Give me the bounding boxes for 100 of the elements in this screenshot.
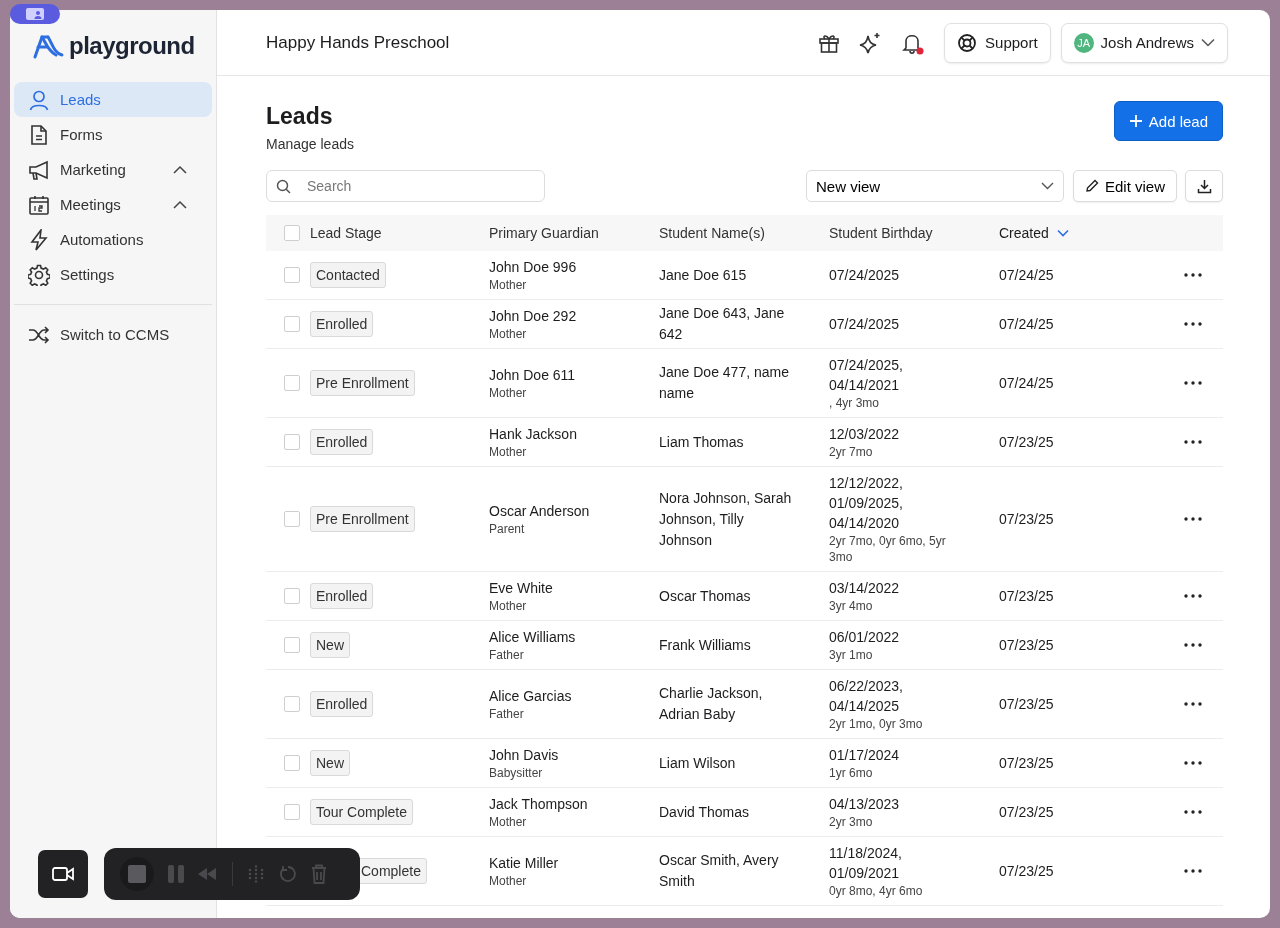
user-avatar: JA <box>1073 32 1094 53</box>
stage-tag: New <box>310 632 350 658</box>
nav-item[interactable]: Meetings <box>14 187 212 222</box>
column-header[interactable]: Primary Guardian <box>489 225 599 241</box>
row-checkbox[interactable] <box>284 637 300 653</box>
student-names: Charlie Jackson, Adrian Baby <box>659 684 764 724</box>
guardian-relation: Mother <box>489 326 528 342</box>
more-options-icon[interactable] <box>1184 322 1202 326</box>
birthday-date: 12/03/2022 <box>829 425 901 444</box>
guardian-relation: Babysitter <box>489 765 544 781</box>
nav-item[interactable]: Settings <box>14 257 212 292</box>
stage-tag: Pre Enrollment <box>310 506 415 532</box>
student-names: Nora Johnson, Sarah Johnson, Tilly Johnson <box>659 488 793 550</box>
birthday-date: 01/09/2021 <box>829 864 901 883</box>
guardian-relation: Parent <box>489 521 526 537</box>
nav-item[interactable]: Automations <box>14 222 212 257</box>
row-checkbox[interactable] <box>284 375 300 391</box>
created-date: 07/23/25 <box>999 511 1054 527</box>
sparkle-icon[interactable] <box>858 30 883 55</box>
download-icon <box>1196 178 1212 194</box>
guardian-name: Eve White <box>489 579 554 598</box>
guardian-name: Alice Williams <box>489 628 577 647</box>
nav-item[interactable]: Switch to CCMS <box>14 317 212 352</box>
guardian-name: John Doe 292 <box>489 307 578 326</box>
row-checkbox[interactable] <box>284 316 300 332</box>
birthday-date: 04/14/2020 <box>829 514 901 533</box>
row-checkbox[interactable] <box>284 511 300 527</box>
birthday-date: 01/17/2024 <box>829 746 901 765</box>
lightning-bolt-icon <box>28 228 50 251</box>
search-icon <box>276 179 291 194</box>
student-names: David Thomas <box>659 802 750 822</box>
guardian-name: Oscar Anderson <box>489 502 591 521</box>
birthday-date: 07/24/2025 <box>829 266 901 285</box>
student-names: Jane Doe 643, Jane 642 <box>659 304 786 344</box>
student-age: , 4yr 3mo <box>829 395 880 411</box>
student-names: Oscar Thomas <box>659 586 752 606</box>
sort-chevron-icon[interactable] <box>1056 229 1069 237</box>
row-checkbox[interactable] <box>284 755 300 771</box>
created-date: 07/24/25 <box>999 316 1054 332</box>
student-names: Jane Doe 477, name name <box>659 363 790 403</box>
more-options-icon[interactable] <box>1184 517 1202 521</box>
column-header[interactable]: Student Birthday <box>829 225 933 241</box>
chevron-down-icon <box>1201 38 1215 47</box>
more-options-icon[interactable] <box>1184 273 1202 277</box>
created-date: 07/23/25 <box>999 434 1054 450</box>
row-checkbox[interactable] <box>284 588 300 604</box>
page-title: Leads <box>266 103 334 130</box>
student-names: Frank Williams <box>659 635 752 655</box>
nav-item[interactable]: Marketing <box>14 152 212 187</box>
video-camera-icon <box>52 866 74 882</box>
shuffle-icon <box>28 323 50 346</box>
guardian-relation: Mother <box>489 277 528 293</box>
add-lead-button[interactable]: Add lead <box>1113 101 1223 141</box>
stage-tag: Enrolled <box>310 691 374 717</box>
school-name: Happy Hands Preschool <box>266 32 450 53</box>
guardian-name: Katie Miller <box>489 854 560 873</box>
logo-text: playground <box>69 32 195 60</box>
more-options-icon[interactable] <box>1184 643 1202 647</box>
more-options-icon[interactable] <box>1184 440 1202 444</box>
restart-icon[interactable] <box>279 865 297 883</box>
more-options-icon[interactable] <box>1184 381 1202 385</box>
recording-indicator[interactable] <box>10 4 60 24</box>
created-date: 07/23/25 <box>999 755 1054 771</box>
edit-view-button[interactable]: Edit view <box>1072 170 1177 202</box>
lifebuoy-icon <box>957 32 978 53</box>
guardian-relation: Mother <box>489 444 528 460</box>
nav-item[interactable]: Leads <box>14 82 212 117</box>
chevron-down-icon <box>1040 182 1054 190</box>
select-all-checkbox[interactable] <box>284 225 300 241</box>
column-header[interactable]: Student Name(s) <box>659 225 765 241</box>
download-button[interactable] <box>1185 170 1223 202</box>
view-dropdown[interactable]: New view <box>805 170 1064 202</box>
student-age: 3yr 4mo <box>829 598 874 614</box>
nav-item[interactable]: Forms <box>14 117 212 152</box>
student-age: 2yr 7mo, 0yr 6mo, 5yr 3mo <box>829 533 947 565</box>
created-date: 07/24/25 <box>999 375 1054 391</box>
more-options-icon[interactable] <box>1184 702 1202 706</box>
stage-tag: Tour Complete <box>310 799 414 825</box>
more-options-icon[interactable] <box>1184 761 1202 765</box>
more-options-icon[interactable] <box>1184 594 1202 598</box>
row-checkbox[interactable] <box>284 434 300 450</box>
created-date: 07/24/25 <box>999 267 1054 283</box>
column-header[interactable]: Lead Stage <box>310 225 382 241</box>
user-menu-button[interactable]: JA Josh Andrews <box>1060 22 1228 63</box>
search-field[interactable]: Search <box>266 170 545 202</box>
guardian-name: Jack Thompson <box>489 795 589 814</box>
row-checkbox[interactable] <box>284 804 300 820</box>
more-options-icon[interactable] <box>1184 869 1202 873</box>
column-header[interactable]: Created <box>999 225 1049 241</box>
more-options-icon[interactable] <box>1184 810 1202 814</box>
student-age: 2yr 3mo <box>829 814 874 830</box>
guardian-name: Hank Jackson <box>489 425 578 444</box>
camera-button[interactable] <box>38 850 88 898</box>
student-names: Liam Thomas <box>659 432 745 452</box>
created-date: 07/23/25 <box>999 588 1054 604</box>
guardian-name: John Davis <box>489 746 560 765</box>
row-checkbox[interactable] <box>284 696 300 712</box>
stop-icon[interactable] <box>120 857 154 891</box>
support-button[interactable]: Support <box>944 22 1051 63</box>
row-checkbox[interactable] <box>284 267 300 283</box>
